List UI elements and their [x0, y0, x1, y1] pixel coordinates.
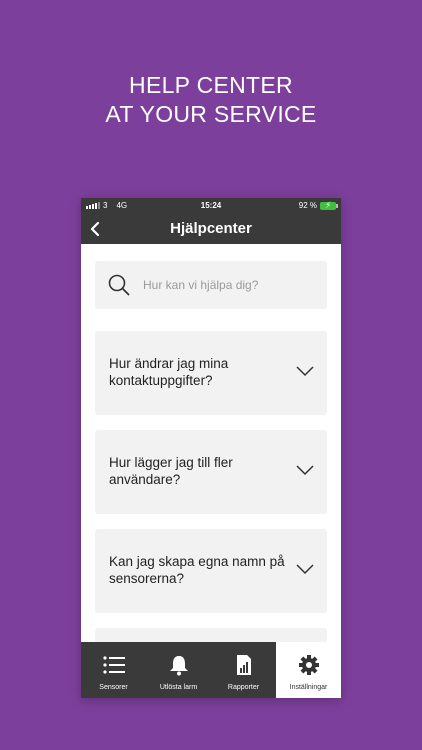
chevron-down-icon[interactable] — [296, 564, 314, 575]
promo-line-1: HELP CENTER — [129, 72, 293, 98]
tab-label: Inställningar — [289, 684, 328, 691]
tab-label: Utlösta larm — [159, 684, 198, 691]
faq-question: Hur lägger jag till fler användare? — [109, 455, 233, 487]
page-title: Hjälpcenter — [170, 220, 252, 237]
faq-question: Hur ändrar jag mina kontaktuppgifter? — [109, 356, 229, 388]
tab-label: Rapporter — [227, 684, 260, 691]
search-icon — [108, 274, 130, 296]
chevron-down-icon[interactable] — [296, 366, 314, 377]
promo-heading: HELP CENTER AT YOUR SERVICE — [0, 71, 422, 129]
tab-rapporter[interactable]: Rapporter — [211, 642, 276, 698]
tab-label: Sensorer — [99, 684, 128, 691]
battery-percent: 92 % — [298, 201, 317, 210]
help-content[interactable]: Hur ändrar jag mina kontaktuppgifter? Hu… — [81, 244, 341, 642]
tab-bar: Sensorer Utlösta larm Rapporter Inställn… — [81, 642, 341, 698]
status-right: 92 % ⚡ — [298, 200, 338, 210]
bell-icon — [169, 656, 188, 676]
report-icon — [236, 655, 251, 675]
battery-icon: ⚡ — [320, 200, 338, 210]
tab-utlosta-larm[interactable]: Utlösta larm — [146, 642, 211, 698]
list-icon — [102, 656, 125, 674]
faq-question: Kan jag skapa egna namn på sensorerna? — [109, 554, 285, 586]
search-box[interactable] — [95, 261, 327, 309]
nav-bar: Hjälpcenter — [81, 214, 341, 244]
phone-screen: 3 4G 15:24 92 % ⚡ Hjälpcenter Hur ändrar… — [81, 198, 341, 698]
tab-sensorer[interactable]: Sensorer — [81, 642, 146, 698]
faq-item[interactable]: Kan jag skapa egna namn på sensorerna? — [95, 529, 327, 613]
chevron-down-icon[interactable] — [296, 465, 314, 476]
status-bar: 3 4G 15:24 92 % ⚡ — [81, 198, 341, 214]
search-input[interactable] — [143, 278, 313, 292]
faq-item-partial[interactable] — [95, 628, 327, 642]
promo-line-2: AT YOUR SERVICE — [105, 101, 317, 127]
gear-icon — [298, 655, 319, 675]
faq-item[interactable]: Hur lägger jag till fler användare? — [95, 430, 327, 514]
tab-installningar[interactable]: Inställningar — [276, 642, 341, 698]
faq-item[interactable]: Hur ändrar jag mina kontaktuppgifter? — [95, 331, 327, 415]
